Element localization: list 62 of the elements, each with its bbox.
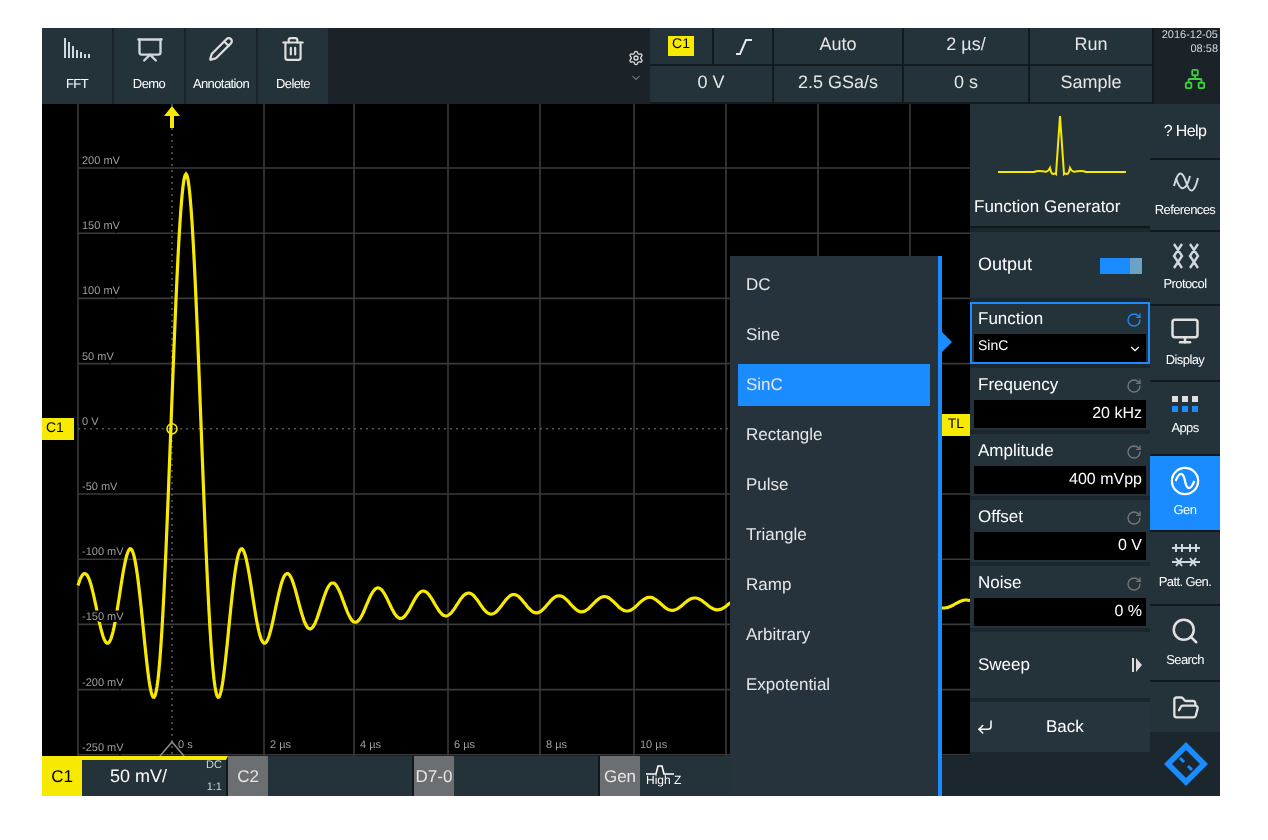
panel-title: Function Generator — [974, 194, 1121, 220]
parameter-label: Function — [978, 306, 1044, 332]
sine-circle-icon — [1170, 465, 1200, 496]
monitor-icon — [1170, 315, 1200, 346]
sweep-button[interactable]: Sweep — [970, 632, 1150, 698]
pattern-icon — [1169, 542, 1201, 569]
menu-item[interactable]: Arbitrary — [738, 614, 930, 656]
parameter-label: Frequency — [978, 372, 1059, 398]
parameter-value: 20 kHz — [1092, 402, 1142, 426]
parameter-label: Amplitude — [978, 438, 1054, 464]
return-icon — [976, 718, 994, 736]
network-icon — [1184, 68, 1206, 90]
trigger-offset-icon — [159, 740, 185, 756]
parameter-field[interactable]: Frequency 20 kHz — [970, 368, 1150, 430]
channel-tab[interactable]: D7-0 — [414, 756, 454, 796]
reset-icon[interactable] — [1126, 311, 1142, 327]
menu-item[interactable]: Expotential — [738, 664, 930, 706]
parameter-value: 0 % — [1114, 600, 1142, 624]
sidebar-button[interactable]: ? Help — [1150, 104, 1220, 160]
parameter-label: Noise — [978, 570, 1022, 596]
menu-item[interactable]: DC — [738, 264, 930, 306]
caret-icon — [1128, 341, 1142, 355]
parameter-field[interactable]: Noise 0 % — [970, 566, 1150, 628]
output-toggle[interactable] — [1100, 257, 1142, 273]
caret-icon — [629, 71, 641, 83]
channel-tab[interactable]: C2 — [228, 756, 268, 796]
trigger-level[interactable]: 0 V — [697, 70, 725, 98]
pencil-icon — [208, 36, 234, 62]
reset-icon[interactable] — [1126, 509, 1142, 525]
horizontal-position[interactable]: 0 s — [953, 70, 978, 98]
apps-grid-icon — [1171, 396, 1199, 415]
rising-edge-icon — [735, 37, 751, 55]
parameter-value: 400 mVpp — [1069, 468, 1142, 492]
channel-tab[interactable]: C1 — [42, 756, 82, 796]
parameter-value: 0 V — [1117, 534, 1142, 558]
search-icon — [1170, 615, 1200, 646]
menu-item[interactable]: Ramp — [738, 564, 930, 606]
parameter-field[interactable]: Offset 0 V — [970, 500, 1150, 562]
brackets-icon — [1169, 241, 1201, 270]
folder-icon[interactable] — [1171, 693, 1199, 721]
output-label: Output — [978, 251, 1033, 278]
menu-item[interactable]: Sine — [738, 314, 930, 356]
vertical-scale: 50 mV/ — [110, 764, 168, 791]
menu-item[interactable]: Rectangle — [738, 414, 930, 456]
menu-item[interactable]: Pulse — [738, 464, 930, 506]
trigger-position-icon — [164, 106, 180, 128]
logo-icon — [1161, 740, 1209, 788]
fft-icon — [61, 36, 93, 60]
trash-icon — [280, 36, 306, 62]
reset-icon[interactable] — [1126, 575, 1142, 591]
play-icon — [1132, 658, 1142, 672]
reset-icon[interactable] — [1126, 443, 1142, 459]
settings-icon — [627, 49, 643, 65]
parameter-field[interactable]: Amplitude 400 mVpp — [970, 434, 1150, 496]
back-button[interactable]: Back — [970, 702, 1150, 752]
channel-tab[interactable]: Gen — [600, 756, 640, 796]
presentation-icon — [135, 36, 163, 64]
reset-icon[interactable] — [1126, 377, 1142, 393]
trigger-point-icon — [166, 423, 178, 435]
menu-item[interactable]: Triangle — [738, 514, 930, 556]
pulse-icon — [646, 763, 674, 775]
parameter-label: Offset — [978, 504, 1024, 530]
